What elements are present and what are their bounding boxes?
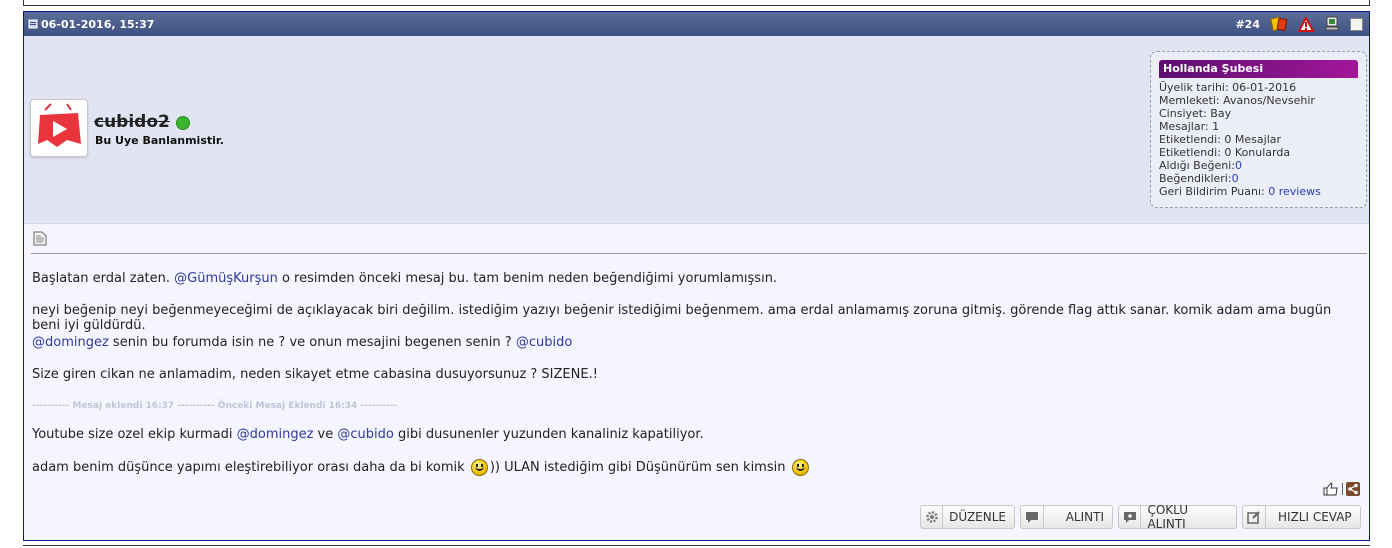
previous-post-edge [23,0,1370,6]
smile-icon [470,459,488,476]
likes-given-link[interactable]: 0 [1232,172,1239,185]
message-line-2: neyi beğenip neyi beğenmeyeceğimi de açı… [32,303,1332,333]
info-row-join-date: Üyelik tarihi: 06-01-2016 [1159,81,1297,94]
info-row-likes-received: Aldığı Beğeni:0 [1159,159,1242,172]
username-link[interactable]: cubido2 [94,112,170,132]
content-divider [31,253,1367,254]
message-document-icon [33,231,47,246]
mention-link[interactable]: @domingez [32,335,109,350]
message-line-5: Youtube size ozel ekip kurmadi @domingez… [32,427,704,442]
post-date-text: 06-01-2016, 15:37 [41,17,155,31]
mention-link[interactable]: @domingez [237,427,314,442]
mention-link[interactable]: @cubido [337,427,393,442]
likes-received-link[interactable]: 0 [1235,159,1242,172]
message-line-4: Size giren cikan ne anlamadim, neden sik… [32,367,598,382]
user-group-badge: Hollanda Şubesi [1159,60,1358,78]
username-row: cubido2 [94,112,190,132]
reply-edit-icon [1243,506,1266,528]
avatar[interactable] [30,99,88,157]
info-row-posts: Mesajlar: 1 [1159,120,1220,133]
info-row-likes-given: Beğendikleri:0 [1159,172,1239,185]
share-icon[interactable] [1346,482,1360,496]
post-number-link[interactable]: #24 [1235,18,1260,31]
merged-post-separator: ---------- Mesaj eklendi 16:37 ---------… [32,401,398,411]
ip-computer-icon[interactable] [1324,16,1340,32]
speech-bubble-icon [1021,506,1044,528]
yellow-card-icon[interactable] [1270,16,1288,32]
multiquote-button[interactable]: ÇOKLU ALINTI [1118,503,1237,531]
edit-button[interactable]: DÜZENLE [920,505,1015,529]
info-row-tagged-threads: Etiketlendi: 0 Konularda [1159,146,1291,159]
post-icon [28,19,38,29]
select-post-checkbox-icon[interactable] [1350,17,1363,31]
post-header: 06-01-2016, 15:37 #24 [24,12,1369,36]
quote-button[interactable]: ALINTI [1020,505,1113,529]
info-row-feedback: Geri Bildirim Puanı: 0 reviews [1159,185,1321,198]
smile-icon [791,459,809,476]
forum-post: 06-01-2016, 15:37 #24 cubido2 Bu Uye Ban… [23,11,1370,541]
user-details-box: Hollanda Şubesi Üyelik tarihi: 06-01-201… [1150,51,1367,208]
online-status-icon [175,116,190,130]
quick-reply-button[interactable]: HIZLI CEVAP [1242,505,1361,529]
gear-icon [921,506,944,528]
feedback-link[interactable]: 0 reviews [1268,185,1321,198]
report-warning-icon[interactable] [1298,16,1314,32]
mention-link[interactable]: @cubido [516,335,572,350]
mention-link[interactable]: @GümüşKurşun [174,271,278,286]
post-date: 06-01-2016, 15:37 [28,18,1235,31]
message-line-1: Başlatan erdal zaten. @GümüşKurşun o res… [32,271,778,286]
divider-bar-icon [1342,483,1343,495]
info-row-hometown: Memleketi: Avanos/Nevsehir [1159,94,1315,107]
add-quote-icon [1119,506,1142,528]
post-action-buttons: DÜZENLE ALINTI ÇOKLU ALINTI HIZLI CEVAP [920,503,1361,531]
message-line-6: adam benim düşünce yapımı eleştirebiliyo… [32,459,811,476]
like-share-bar [1323,482,1360,496]
youtube-logo-icon [38,103,81,147]
info-row-tagged-posts: Etiketlendi: 0 Mesajlar [1159,133,1282,146]
message-line-3: @domingez senin bu forumda isin ne ? ve … [32,335,573,350]
info-row-gender: Cinsiyet: Bay [1159,107,1232,120]
like-thumb-icon[interactable] [1323,482,1339,496]
user-info-bar: cubido2 Bu Uye Banlanmistir. Hollanda Şu… [24,36,1369,224]
user-title: Bu Uye Banlanmistir. [95,134,224,147]
